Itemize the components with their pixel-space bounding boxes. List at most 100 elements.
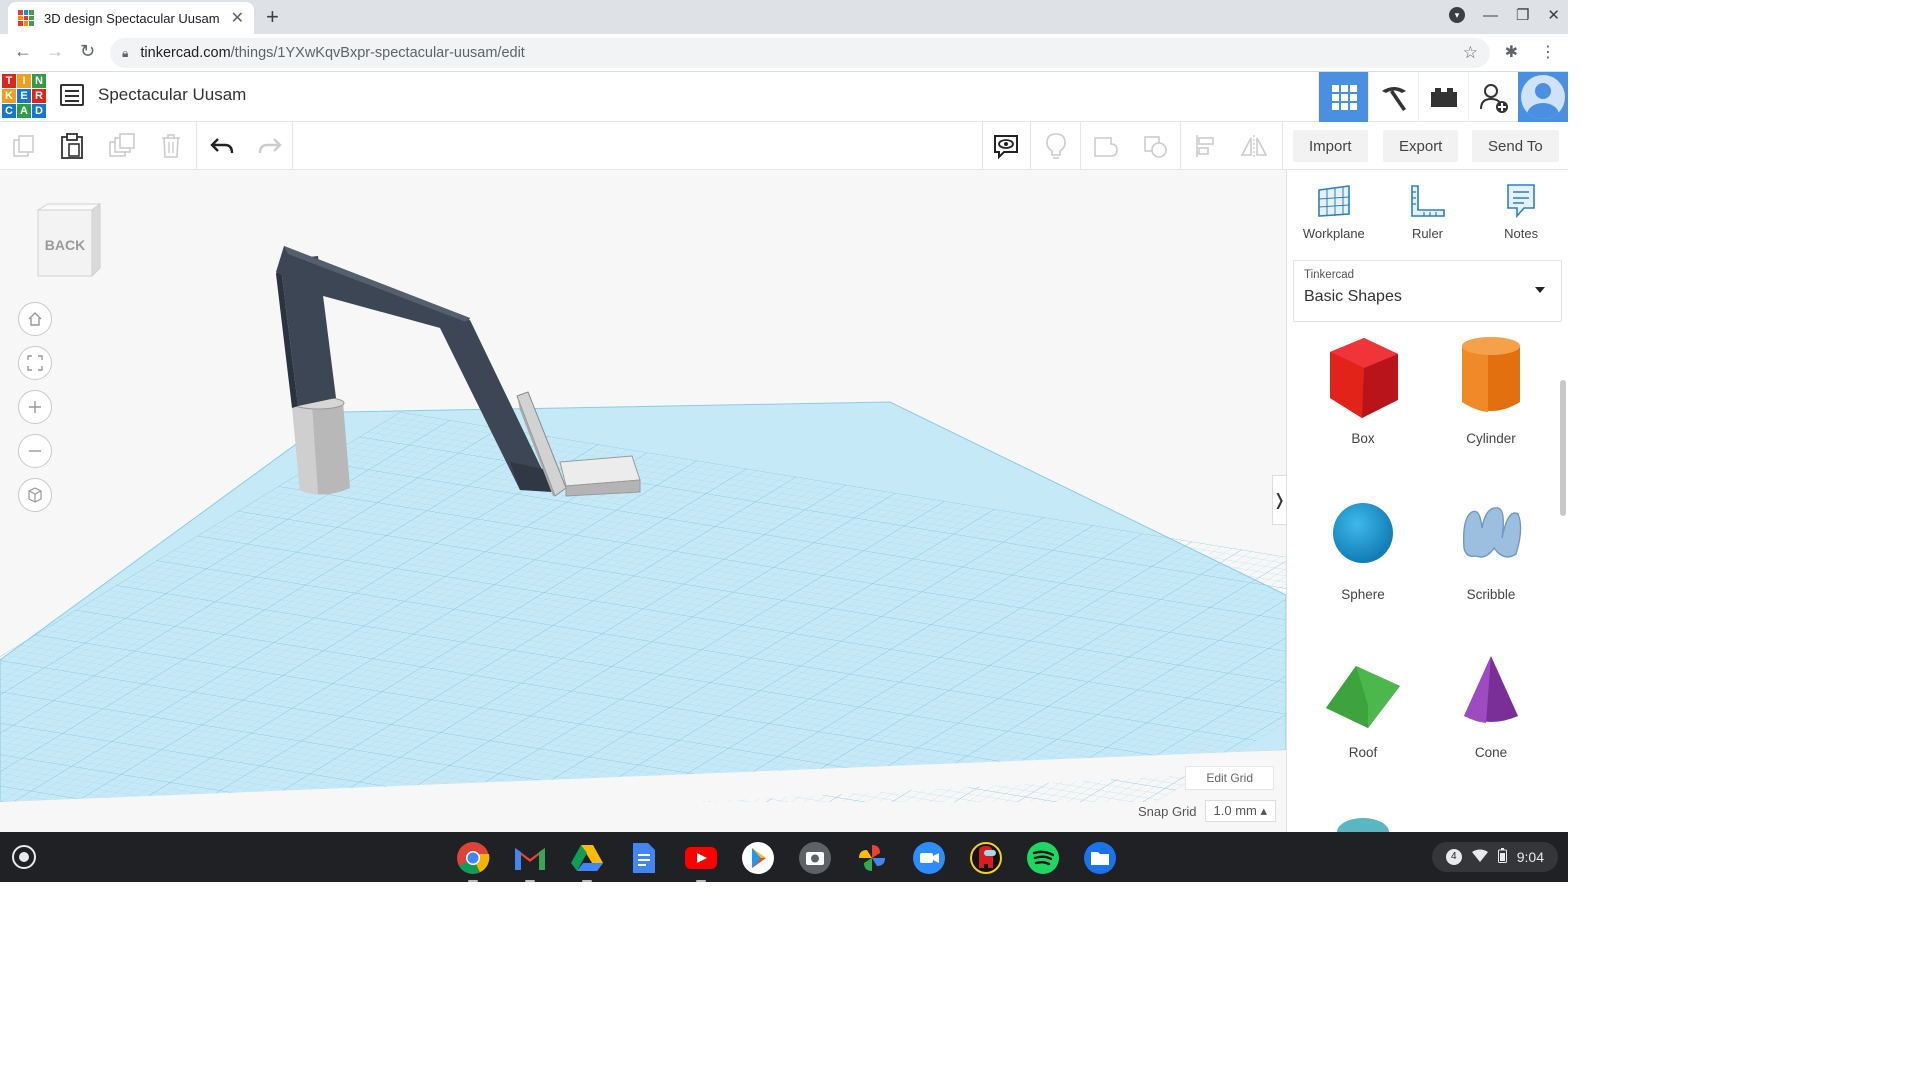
shapes-panel: Workplane Ruler Notes Tinkercad Basic Sh… xyxy=(1286,170,1568,832)
workplane-canvas[interactable] xyxy=(0,170,1286,832)
home-view-button[interactable] xyxy=(18,302,52,336)
minus-icon xyxy=(29,450,41,452)
play-store-icon[interactable] xyxy=(740,840,776,876)
shape-sphere-label: Sphere xyxy=(1341,587,1385,602)
edit-grid-button[interactable]: Edit Grid xyxy=(1185,766,1274,790)
logo-letter: E xyxy=(17,89,31,103)
chrome-icon[interactable] xyxy=(455,840,491,882)
camera-icon[interactable] xyxy=(797,840,833,876)
undo-icon xyxy=(210,138,234,154)
export-button[interactable]: Export xyxy=(1383,130,1459,162)
3d-design-mode-button[interactable] xyxy=(1318,72,1368,122)
group-button[interactable] xyxy=(1090,130,1122,162)
user-avatar-button[interactable] xyxy=(1518,72,1568,122)
logo-letter: C xyxy=(2,104,16,118)
files-icon[interactable] xyxy=(1082,840,1118,876)
paste-button[interactable] xyxy=(56,130,88,162)
collapse-panel-chevron-icon[interactable]: ❭ xyxy=(1272,475,1286,525)
shape-box[interactable]: Box xyxy=(1303,332,1423,446)
fit-view-button[interactable] xyxy=(18,346,52,380)
avatar xyxy=(1521,75,1565,119)
ungroup-button[interactable] xyxy=(1140,130,1172,162)
close-tab-icon[interactable]: ✕ xyxy=(231,8,244,28)
3d-workspace[interactable]: BACK ❭ Edit Grid Snap Grid 1.0 mm ▴ xyxy=(0,170,1286,832)
workplane-tool-button[interactable]: Workplane xyxy=(1294,182,1374,254)
panel-scrollbar[interactable] xyxy=(1560,380,1566,516)
perspective-cube-icon xyxy=(28,487,42,503)
box-shape-icon xyxy=(1330,338,1398,418)
new-tab-button[interactable]: + xyxy=(266,4,279,30)
import-button[interactable]: Import xyxy=(1293,130,1368,162)
among-us-icon[interactable] xyxy=(968,840,1004,876)
redo-icon xyxy=(258,138,282,154)
browser-tab[interactable]: 3D design Spectacular Uusam | Tinkercad … xyxy=(8,2,254,34)
restore-icon[interactable]: ❐ xyxy=(1516,6,1529,24)
show-hidden-button[interactable] xyxy=(1040,130,1072,162)
shape-cone[interactable]: Cone xyxy=(1431,646,1551,760)
reload-icon[interactable]: ↻ xyxy=(80,41,95,62)
flat-box-shape[interactable] xyxy=(559,455,641,497)
invite-user-button[interactable] xyxy=(1468,72,1518,122)
view-cube[interactable]: BACK xyxy=(34,202,102,280)
redo-button[interactable] xyxy=(254,130,286,162)
tinkercad-logo[interactable]: TIN KER CAD xyxy=(2,74,46,118)
ruler-tool-button[interactable]: Ruler xyxy=(1387,182,1467,254)
delete-button[interactable] xyxy=(155,130,187,162)
back-arrow-icon[interactable]: ← xyxy=(14,41,32,62)
zoom-out-button[interactable] xyxy=(18,434,52,468)
send-to-button[interactable]: Send To xyxy=(1472,130,1559,162)
logo-letter: A xyxy=(17,104,31,118)
undo-button[interactable] xyxy=(206,130,238,162)
shape-library-value: Basic Shapes xyxy=(1304,288,1402,305)
shape-partial-teal[interactable] xyxy=(1303,802,1423,832)
close-window-icon[interactable]: ✕ xyxy=(1547,6,1560,24)
spotify-icon[interactable] xyxy=(1025,840,1061,876)
gmail-icon[interactable] xyxy=(512,840,548,882)
duplicate-button[interactable] xyxy=(106,130,138,162)
design-list-icon[interactable] xyxy=(60,84,84,106)
drive-icon[interactable] xyxy=(569,840,605,882)
url-field[interactable]: 🔒︎ tinkercad.com/things/1YXwKqvBxpr-spec… xyxy=(110,38,1490,68)
shape-library-dropdown[interactable]: Tinkercad Basic Shapes xyxy=(1293,260,1562,322)
align-button[interactable] xyxy=(1190,130,1222,162)
cylinder-shape-icon xyxy=(1462,337,1520,412)
forward-arrow-icon[interactable]: → xyxy=(46,41,64,62)
bricks-mode-button[interactable] xyxy=(1418,72,1468,122)
design-title[interactable]: Spectacular Uusam xyxy=(98,85,246,105)
extensions-icon[interactable]: ✱ xyxy=(1505,42,1518,62)
lightbulb-icon xyxy=(1046,133,1066,159)
projection-toggle-button[interactable] xyxy=(18,478,52,512)
shape-scribble[interactable]: Scribble xyxy=(1431,488,1551,602)
minimize-icon[interactable]: — xyxy=(1483,7,1498,24)
shape-scribble-label: Scribble xyxy=(1466,587,1516,602)
shape-roof[interactable]: Roof xyxy=(1303,646,1423,760)
snap-grid-select[interactable]: 1.0 mm ▴ xyxy=(1204,800,1276,822)
shape-cylinder[interactable]: Cylinder xyxy=(1431,332,1551,446)
bookmark-star-icon[interactable]: ☆ xyxy=(1463,43,1478,63)
os-shelf: 4 9:04 xyxy=(0,832,1568,882)
shape-partial-red[interactable] xyxy=(1431,802,1551,832)
zoom-icon[interactable] xyxy=(911,840,947,876)
notes-tool-button[interactable]: Notes xyxy=(1481,182,1561,254)
snap-grid-control: Snap Grid 1.0 mm ▴ xyxy=(1138,800,1276,822)
url-host: tinkercad.com xyxy=(140,45,231,61)
dropdown-caret-icon xyxy=(1535,287,1545,293)
logo-letter: I xyxy=(17,74,31,88)
launcher-icon[interactable] xyxy=(12,845,36,869)
mirror-button[interactable] xyxy=(1238,130,1270,162)
add-user-icon xyxy=(1479,84,1508,113)
notes-toggle-button[interactable] xyxy=(990,130,1022,162)
logo-letter: R xyxy=(32,89,46,103)
cylinder-shape[interactable] xyxy=(291,396,350,495)
copy-button[interactable] xyxy=(8,130,40,162)
browser-menu-icon[interactable]: ⋮ xyxy=(1540,42,1556,62)
blocks-mode-button[interactable] xyxy=(1368,72,1418,122)
system-tray[interactable]: 4 9:04 xyxy=(1431,842,1558,872)
shape-sphere[interactable]: Sphere xyxy=(1303,488,1423,602)
tab-search-icon[interactable]: ▾ xyxy=(1448,7,1465,23)
docs-icon[interactable] xyxy=(626,840,662,876)
photos-icon[interactable] xyxy=(854,840,890,876)
youtube-icon[interactable] xyxy=(683,840,719,882)
trash-icon xyxy=(162,134,180,158)
zoom-in-button[interactable] xyxy=(18,390,52,424)
